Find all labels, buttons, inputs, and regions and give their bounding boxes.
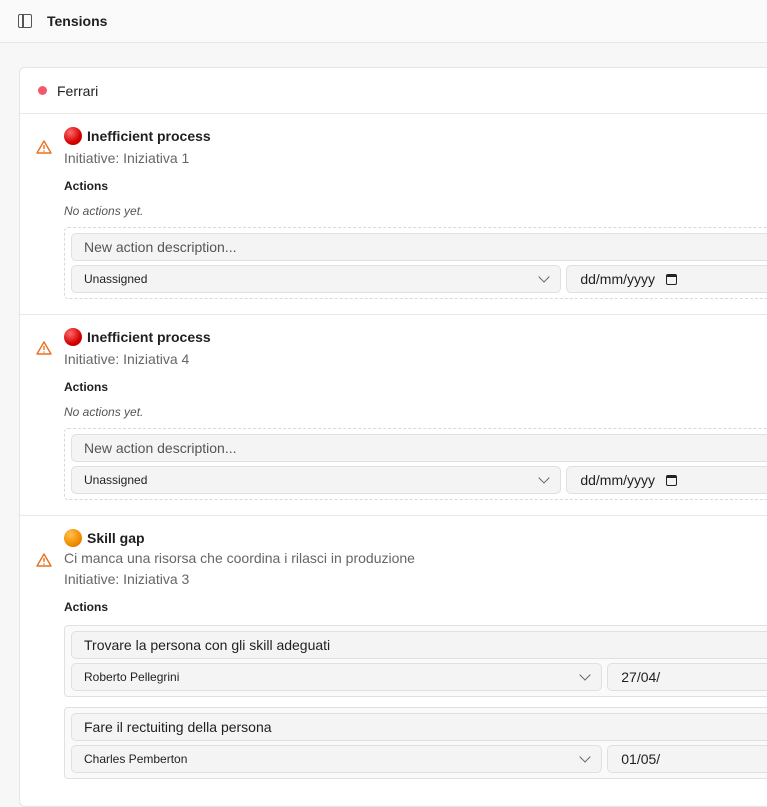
new-action-input[interactable]: New action description... [71, 434, 767, 462]
due-date-input[interactable]: 27/04/ [607, 663, 767, 691]
orange-circle-icon [64, 529, 82, 547]
new-action-form: New action description... Unassigned dd/… [64, 428, 767, 500]
chevron-down-icon [538, 472, 551, 484]
tension-initiative: Initiative: Iniziativa 3 [64, 571, 190, 587]
chevron-down-icon [579, 751, 591, 763]
tension-title: Inefficient process [64, 327, 767, 347]
group-status-dot [38, 86, 47, 95]
group-header: Ferrari [20, 68, 767, 114]
no-actions-text: No actions yet. [64, 405, 144, 419]
assignee-value: Roberto Pellegrini [84, 670, 180, 684]
tension-item: Inefficient process Initiative: Iniziati… [20, 315, 767, 516]
new-action-input[interactable]: New action description... [71, 233, 767, 261]
date-placeholder: dd/mm/yyyy [580, 271, 656, 287]
assignee-value: Unassigned [84, 272, 148, 286]
date-value: 01/05/ [621, 751, 661, 767]
assignee-select[interactable]: Unassigned [71, 265, 562, 293]
action-item: Fare il rectuiting della persona Charles… [64, 707, 767, 779]
warning-icon [36, 140, 52, 154]
tension-title: Skill gap [64, 528, 767, 548]
due-date-input[interactable]: dd/mm/yyyy [566, 265, 767, 293]
tension-item: Inefficient process Initiative: Iniziati… [20, 114, 767, 315]
calendar-icon[interactable] [666, 273, 678, 285]
tension-initiative: Initiative: Iniziativa 4 [64, 351, 190, 367]
date-value: 27/04/ [621, 669, 661, 685]
tension-title-text: Skill gap [87, 530, 145, 546]
tension-title: Inefficient process [64, 126, 767, 146]
assignee-value: Charles Pemberton [84, 752, 188, 766]
assignee-select[interactable]: Roberto Pellegrini [71, 663, 603, 691]
no-actions-text: No actions yet. [64, 204, 144, 218]
tension-item: Skill gap Ci manca una risorsa che coord… [20, 516, 767, 791]
date-placeholder: dd/mm/yyyy [580, 472, 656, 488]
warning-icon [36, 553, 52, 567]
due-date-input[interactable]: 01/05/ [607, 745, 767, 773]
action-description-input[interactable]: Trovare la persona con gli skill adeguat… [71, 631, 767, 659]
tension-initiative: Initiative: Iniziativa 1 [64, 150, 190, 166]
actions-heading: Actions [64, 600, 109, 614]
tension-title-text: Inefficient process [87, 329, 211, 345]
calendar-icon[interactable] [666, 474, 678, 486]
actions-heading: Actions [64, 380, 109, 394]
due-date-input[interactable]: dd/mm/yyyy [566, 466, 767, 494]
actions-heading: Actions [64, 179, 109, 193]
action-description-input[interactable]: Fare il rectuiting della persona [71, 713, 767, 741]
chevron-down-icon [538, 271, 551, 283]
action-item: Trovare la persona con gli skill adeguat… [64, 625, 767, 697]
warning-icon [36, 341, 52, 355]
red-circle-icon [64, 328, 82, 346]
assignee-select[interactable]: Unassigned [71, 466, 562, 494]
tension-title-text: Inefficient process [87, 128, 211, 144]
assignee-select[interactable]: Charles Pemberton [71, 745, 603, 773]
group-name: Ferrari [57, 82, 99, 99]
new-action-form: New action description... Unassigned dd/… [64, 227, 767, 299]
top-bar: Tensions [0, 0, 767, 43]
chevron-down-icon [579, 669, 591, 681]
sidebar-toggle-icon[interactable] [18, 14, 32, 28]
page-title: Tensions [47, 13, 108, 29]
group-card: Ferrari Inefficient process Initiative: … [19, 67, 767, 807]
red-circle-icon [64, 127, 82, 145]
tension-description: Ci manca una risorsa che coordina i rila… [64, 550, 415, 566]
assignee-value: Unassigned [84, 473, 148, 487]
